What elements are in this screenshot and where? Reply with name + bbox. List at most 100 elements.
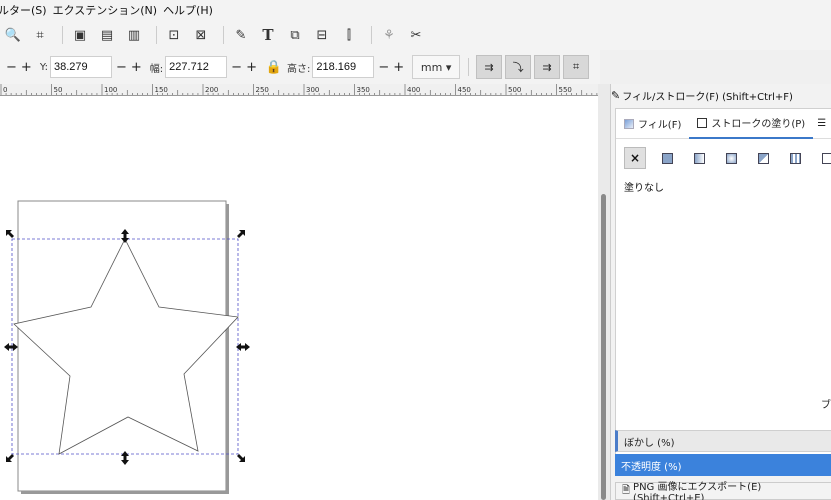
ruler-label: 200 xyxy=(205,86,218,94)
tool-controls-bar: − + Y: 38.279 − + 幅: 227.712 − + 🔒 高さ: 2… xyxy=(0,50,600,84)
xml-editor-icon[interactable]: ⊟ xyxy=(311,24,333,46)
ruler-label: 150 xyxy=(155,86,168,94)
ruler-label: 450 xyxy=(458,86,471,94)
page-shadow xyxy=(21,491,229,494)
ruler-label: 550 xyxy=(559,86,572,94)
horizontal-ruler: 0 50 100 150 200 250 300 350 400 450 500 550 xyxy=(0,84,600,96)
no-paint-button[interactable]: × xyxy=(624,147,646,169)
fill-stroke-icon: ✎ xyxy=(611,88,621,102)
export-icon: 🗎 xyxy=(622,484,631,496)
handle-left[interactable] xyxy=(4,343,18,351)
toolbar-separator xyxy=(156,26,157,44)
flat-color-button[interactable] xyxy=(656,147,678,169)
y-field[interactable]: 38.279 xyxy=(49,56,112,78)
move-patterns-toggle[interactable]: ⌗ xyxy=(563,55,590,79)
ruler-ticks: 0 50 100 150 200 250 300 350 400 450 500 550 xyxy=(0,84,598,95)
width-field[interactable]: 227.712 xyxy=(165,56,228,78)
unit-select[interactable]: mm ▾ xyxy=(412,55,461,79)
menu-filters[interactable]: ルター(S) xyxy=(0,2,53,18)
swatch-button[interactable] xyxy=(816,147,831,169)
handle-bottom-right[interactable] xyxy=(237,454,245,462)
tab-stroke-paint-label: ストロークの塗り(P) xyxy=(711,119,806,130)
linear-gradient-button[interactable] xyxy=(688,147,710,169)
scrollbar-thumb[interactable] xyxy=(601,194,606,500)
drawing-canvas[interactable] xyxy=(0,96,598,500)
handle-top-right[interactable] xyxy=(237,230,245,238)
ruler-label: 0 xyxy=(3,86,7,94)
height-decrement-button[interactable]: − xyxy=(378,60,389,75)
height-label: 高さ: xyxy=(286,63,311,75)
stroke-tab-icon xyxy=(697,117,708,128)
toolbar-separator xyxy=(468,58,470,76)
text-icon[interactable]: T xyxy=(257,24,279,46)
menu-bar: ルター(S) エクステンション(N) ヘルプ(H) xyxy=(0,0,831,20)
handle-top-left[interactable] xyxy=(6,230,14,238)
tab-stroke-paint[interactable]: ストロークの塗り(P) xyxy=(689,109,814,139)
height-field[interactable]: 218.169 xyxy=(312,56,375,78)
y-label: Y: xyxy=(39,61,48,73)
layers-icon[interactable]: ⧉ xyxy=(284,24,306,46)
handle-bottom-left[interactable] xyxy=(6,454,14,462)
radial-gradient-button[interactable] xyxy=(720,147,742,169)
duplicate-icon[interactable]: ▣ xyxy=(69,24,91,46)
unit-value: mm xyxy=(420,60,443,74)
x-increment-button[interactable]: + xyxy=(21,60,32,75)
tab-fill[interactable]: フィル(F) xyxy=(616,109,689,139)
toolbar-separator xyxy=(371,26,372,44)
align-icon[interactable]: ⫿ xyxy=(338,24,360,46)
dialog-title: ✎ フィル/ストローク(F) (Shift+Ctrl+F) xyxy=(611,86,793,104)
canvas-scrollbar[interactable] xyxy=(598,84,610,500)
toolbar-separator xyxy=(223,26,224,44)
opacity-slider[interactable]: 不透明度 (%) xyxy=(615,454,831,476)
ruler-label: 500 xyxy=(508,86,521,94)
width-label: 幅: xyxy=(149,63,164,75)
dialog-tabs: フィル(F) ストロークの塗り(P) ☰ xyxy=(616,109,831,139)
dialog-title-text: フィル/ストローク(F) (Shift+Ctrl+F) xyxy=(622,91,793,103)
fill-tab-icon xyxy=(624,118,634,129)
flat-color-icon xyxy=(661,152,673,164)
symbols-icon[interactable]: ⚘ xyxy=(378,24,400,46)
export-png-button[interactable]: 🗎 PNG 画像にエクスポート(E) (Shift+Ctrl+E) xyxy=(615,482,831,500)
group-icon[interactable]: ⊡ xyxy=(163,24,185,46)
commands-bar: 🔍 ⌗ ▣ ▤ ▥ ⊡ ⊠ ✎ T ⧉ ⊟ ⫿ ⚘ ✂ xyxy=(0,20,831,50)
tab-stroke-style[interactable]: ☰ xyxy=(813,109,830,139)
width-increment-button[interactable]: + xyxy=(246,60,257,75)
linear-gradient-icon xyxy=(693,152,705,164)
mesh-gradient-button[interactable] xyxy=(752,147,774,169)
opacity-label: 不透明度 (%) xyxy=(621,461,682,473)
no-paint-label: 塗りなし xyxy=(624,183,664,194)
unlink-clone-icon[interactable]: ▥ xyxy=(123,24,145,46)
canvas-svg[interactable] xyxy=(0,96,598,500)
clone-icon[interactable]: ▤ xyxy=(96,24,118,46)
menu-help[interactable]: ヘルプ(H) xyxy=(163,2,219,18)
ungroup-icon[interactable]: ⊠ xyxy=(190,24,212,46)
toolbar-separator xyxy=(62,26,63,44)
ruler-label: 250 xyxy=(256,86,269,94)
tab-fill-label: フィル(F) xyxy=(638,120,682,131)
width-decrement-button[interactable]: − xyxy=(231,60,242,75)
y-decrement-button[interactable]: − xyxy=(116,60,127,75)
ruler-label: 400 xyxy=(407,86,420,94)
fill-stroke-icon[interactable]: ✎ xyxy=(230,24,252,46)
pattern-icon xyxy=(789,152,801,164)
move-gradients-toggle[interactable]: ⇉ xyxy=(534,55,561,79)
scale-stroke-toggle[interactable]: ⇉ xyxy=(476,55,503,79)
preferences-icon[interactable]: ✂ xyxy=(405,24,427,46)
zoom-page-icon[interactable]: ⌗ xyxy=(29,24,51,46)
lock-icon[interactable]: 🔒 xyxy=(263,56,285,78)
height-increment-button[interactable]: + xyxy=(393,60,404,75)
mesh-gradient-icon xyxy=(757,152,769,164)
swatch-icon xyxy=(821,152,831,164)
fill-stroke-dialog: ✎ フィル/ストローク(F) (Shift+Ctrl+F) フィル(F) ストロ… xyxy=(610,84,831,500)
blur-slider[interactable]: ぼかし (%) xyxy=(615,430,831,452)
ruler-label: 300 xyxy=(306,86,319,94)
menu-extensions[interactable]: エクステンション(N) xyxy=(53,2,163,18)
scale-corners-toggle[interactable]: ⤵ xyxy=(505,55,532,79)
x-decrement-button[interactable]: − xyxy=(6,60,17,75)
y-increment-button[interactable]: + xyxy=(131,60,142,75)
ruler-label: 100 xyxy=(104,86,117,94)
zoom-drawing-icon[interactable]: 🔍 xyxy=(2,24,24,46)
pattern-button[interactable] xyxy=(784,147,806,169)
export-label: PNG 画像にエクスポート(E) (Shift+Ctrl+E) xyxy=(633,482,762,500)
ruler-label: 350 xyxy=(357,86,370,94)
